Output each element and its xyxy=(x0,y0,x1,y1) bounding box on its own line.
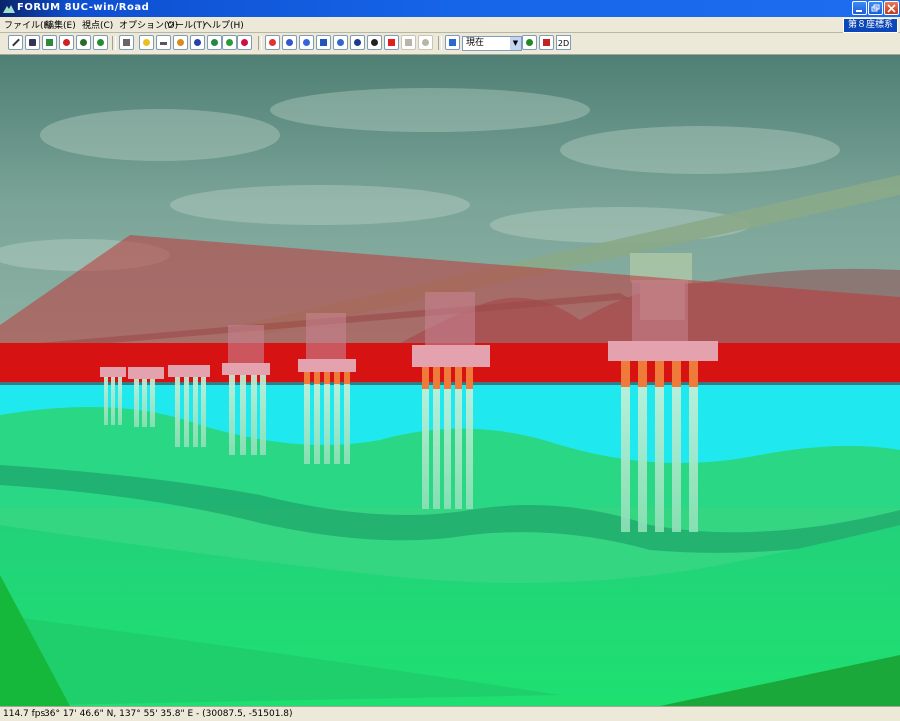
palette-icon xyxy=(177,39,184,46)
road-icon xyxy=(12,38,20,47)
record-icon xyxy=(241,39,248,46)
tree-icon xyxy=(97,39,104,46)
landscape-icon xyxy=(226,39,233,46)
title-bar: FORUM 8 UC-win/Road xyxy=(0,0,900,17)
settings-button[interactable] xyxy=(418,35,433,50)
app-logo-icon xyxy=(3,5,15,13)
globe-tool-button[interactable] xyxy=(350,35,365,50)
toolbar-separator xyxy=(438,36,442,50)
toolbar-separator xyxy=(112,36,116,50)
road-tool-button[interactable] xyxy=(8,35,23,50)
restore-icon xyxy=(871,4,880,12)
close-button[interactable] xyxy=(884,1,899,15)
menu-view[interactable]: 視点(C) xyxy=(82,18,113,31)
terrain-icon xyxy=(46,39,53,46)
camera-view-button[interactable] xyxy=(445,35,460,50)
face-icon xyxy=(143,39,150,46)
model-icon xyxy=(211,39,218,46)
menu-bar: ファイル(F) 編集(E) 視点(C) オプション(O) ツール(T) ヘルプ(… xyxy=(0,17,900,33)
anchor-tool-button[interactable] xyxy=(282,35,297,50)
navigate-icon xyxy=(337,39,344,46)
menu-tools[interactable]: ツール(T) xyxy=(166,18,206,31)
3d-viewport[interactable] xyxy=(0,55,900,706)
minimize-button[interactable] xyxy=(852,1,867,15)
fps-readout: 114.7 fps xyxy=(3,709,46,719)
bridge-tool-button[interactable] xyxy=(156,35,171,50)
drive-tool-button[interactable] xyxy=(316,35,331,50)
wrench-icon xyxy=(422,39,429,46)
screenshot-button[interactable] xyxy=(539,35,554,50)
traffic-light-button[interactable] xyxy=(522,35,537,50)
edit-icon xyxy=(123,39,130,46)
walk-icon xyxy=(80,39,87,46)
screenshot-icon xyxy=(543,39,550,46)
close-icon xyxy=(887,4,896,13)
print-button[interactable] xyxy=(401,35,416,50)
pause-button[interactable] xyxy=(384,35,399,50)
model-tool-button[interactable] xyxy=(207,35,222,50)
navigate-tool-button[interactable] xyxy=(333,35,348,50)
window-title: UC-win/Road xyxy=(72,2,150,13)
anchor-icon xyxy=(286,39,293,46)
restore-button[interactable] xyxy=(868,1,883,15)
palette-tool-button[interactable] xyxy=(173,35,188,50)
tree-tool-button[interactable] xyxy=(93,35,108,50)
walker-tool-button[interactable] xyxy=(367,35,382,50)
rotate-tool-button[interactable] xyxy=(265,35,280,50)
minimize-icon xyxy=(856,10,862,12)
globe-icon xyxy=(354,39,361,46)
edit-tool-button[interactable] xyxy=(119,35,134,50)
car-tool-button[interactable] xyxy=(25,35,40,50)
toolbar-separator xyxy=(258,36,262,50)
chevron-down-icon[interactable]: ▼ xyxy=(510,37,521,50)
walk-tool-button[interactable] xyxy=(76,35,91,50)
coordinate-system-badge: 第８座標系 xyxy=(842,18,898,33)
print-icon xyxy=(405,39,412,46)
pier-group-4 xyxy=(222,325,270,455)
traffic-light-icon xyxy=(526,39,533,46)
terrain-tool-button[interactable] xyxy=(42,35,57,50)
drive-icon xyxy=(320,39,327,46)
bridge-icon xyxy=(160,42,167,45)
menu-edit[interactable]: 編集(E) xyxy=(45,18,76,31)
move-icon xyxy=(303,39,310,46)
viewpoint-select[interactable]: 現在 ▼ xyxy=(462,36,522,51)
toolbar xyxy=(0,33,900,55)
walker-icon xyxy=(371,39,378,46)
scene-canvas[interactable] xyxy=(0,55,900,706)
person-icon xyxy=(63,39,70,46)
brand-label: FORUM 8 xyxy=(17,2,73,13)
vehicle-tool-button[interactable] xyxy=(190,35,205,50)
face-tool-button[interactable] xyxy=(139,35,154,50)
coordinate-readout: 36° 17' 46.6" N, 137° 55' 35.8" E - (300… xyxy=(44,709,293,719)
viewpoint-select-value: 現在 xyxy=(466,38,485,48)
rotate-icon xyxy=(269,39,276,46)
status-bar: 114.7 fps 36° 17' 46.6" N, 137° 55' 35.8… xyxy=(0,706,900,721)
pause-icon xyxy=(388,39,395,46)
vehicle-icon xyxy=(194,39,201,46)
record-tool-button[interactable] xyxy=(237,35,252,50)
move-tool-button[interactable] xyxy=(299,35,314,50)
landscape-tool-button[interactable] xyxy=(222,35,237,50)
camera-view-icon xyxy=(449,39,456,46)
car-icon xyxy=(29,39,36,46)
person-tool-button[interactable] xyxy=(59,35,74,50)
toggle-2d-button[interactable]: 2D xyxy=(556,35,571,50)
menu-help[interactable]: ヘルプ(H) xyxy=(203,18,244,31)
